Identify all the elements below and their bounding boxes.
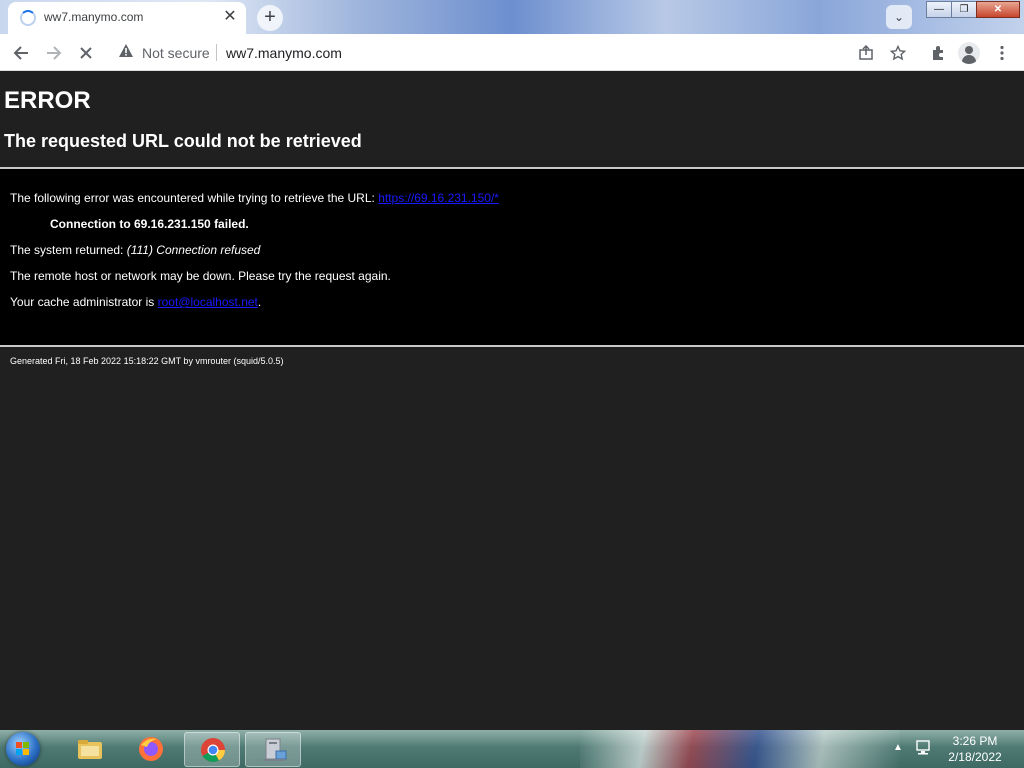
cache-admin-text: Your cache administrator is [10, 295, 158, 309]
cache-admin: Your cache administrator is root@localho… [10, 295, 261, 309]
url-text[interactable]: ww7.manymo.com [226, 45, 342, 61]
network-status-icon[interactable] [914, 739, 932, 757]
firefox-icon [139, 737, 163, 761]
tab-search-button[interactable]: ⌄ [886, 5, 912, 29]
share-icon [859, 44, 873, 60]
chrome-icon [201, 738, 225, 763]
back-button[interactable] [7, 39, 35, 67]
bookmark-button[interactable] [885, 40, 911, 66]
system-returned: The system returned: (111) Connection re… [10, 243, 260, 257]
menu-button[interactable] [989, 40, 1015, 66]
system-returned-label: The system returned: [10, 243, 127, 257]
share-button[interactable] [853, 40, 879, 66]
security-status-label[interactable]: Not secure [142, 45, 210, 61]
error-details: The following error was encountered whil… [0, 169, 1024, 345]
network-computer-icon [263, 738, 287, 761]
profile-icon[interactable] [958, 42, 980, 64]
address-bar[interactable]: Not secure ww7.manymo.com [108, 37, 888, 67]
error-intro: The following error was encountered whil… [10, 191, 499, 205]
taskbar-chrome[interactable] [184, 732, 240, 767]
tab-title: ww7.manymo.com [44, 10, 144, 24]
cache-admin-suffix: . [257, 295, 262, 309]
browser-toolbar: Not secure ww7.manymo.com [0, 34, 1024, 71]
forward-icon [47, 46, 62, 60]
cache-admin-link[interactable]: root@localhost.net [158, 295, 258, 309]
window-controls: — ❐ ✕ [926, 1, 1020, 19]
clock-date: 2/18/2022 [948, 750, 1002, 764]
error-subheading: The requested URL could not be retrieved [4, 131, 362, 151]
error-heading: ERROR [4, 87, 91, 114]
loading-spinner-icon [20, 10, 36, 26]
system-returned-value: (111) Connection refused [126, 243, 261, 257]
star-icon [889, 44, 907, 61]
minimize-button[interactable]: — [926, 1, 952, 18]
clock-time: 3:26 PM [952, 734, 998, 748]
omnibox-separator [216, 44, 217, 61]
browser-tab[interactable]: ww7.manymo.com ✕ [8, 2, 246, 34]
title-bar: ww7.manymo.com ✕ + ⌄ — ❐ ✕ [0, 0, 1024, 34]
windows-logo-icon [16, 742, 30, 756]
stop-button[interactable] [72, 39, 100, 67]
taskbar: ▲ 3:26 PM 2/18/2022 [0, 730, 1024, 768]
connection-failed-text: Connection to 69.16.231.150 failed. [50, 217, 249, 231]
taskbar-explorer[interactable] [62, 732, 118, 767]
warning-icon[interactable] [118, 43, 134, 59]
page-footer: Generated Fri, 18 Feb 2022 15:18:22 GMT … [10, 356, 284, 366]
divider [0, 345, 1024, 347]
taskbar-firefox[interactable] [123, 732, 179, 767]
tab-close-button[interactable]: ✕ [220, 7, 240, 27]
taskbar-network-app[interactable] [245, 732, 301, 767]
menu-icon [1000, 45, 1004, 61]
page-content: ERROR The requested URL could not be ret… [0, 71, 1024, 730]
stop-icon [80, 47, 92, 59]
restore-button[interactable]: ❐ [951, 1, 977, 18]
remote-host-text: The remote host or network may be down. … [10, 269, 391, 283]
back-icon [13, 46, 28, 60]
error-intro-text: The following error was encountered whil… [10, 191, 379, 205]
system-clock[interactable]: 3:26 PM 2/18/2022 [940, 733, 1010, 765]
start-button[interactable] [6, 732, 40, 766]
extensions-icon [933, 46, 943, 60]
requested-url-link[interactable]: https://69.16.231.150/* [378, 191, 499, 205]
desktop-wallpaper-art [580, 730, 900, 768]
forward-button[interactable] [40, 39, 68, 67]
extensions-button[interactable] [925, 40, 951, 66]
folder-icon [78, 740, 102, 759]
close-window-button[interactable]: ✕ [976, 1, 1020, 18]
show-hidden-icons-button[interactable]: ▲ [893, 742, 903, 753]
new-tab-button[interactable]: + [257, 5, 283, 31]
